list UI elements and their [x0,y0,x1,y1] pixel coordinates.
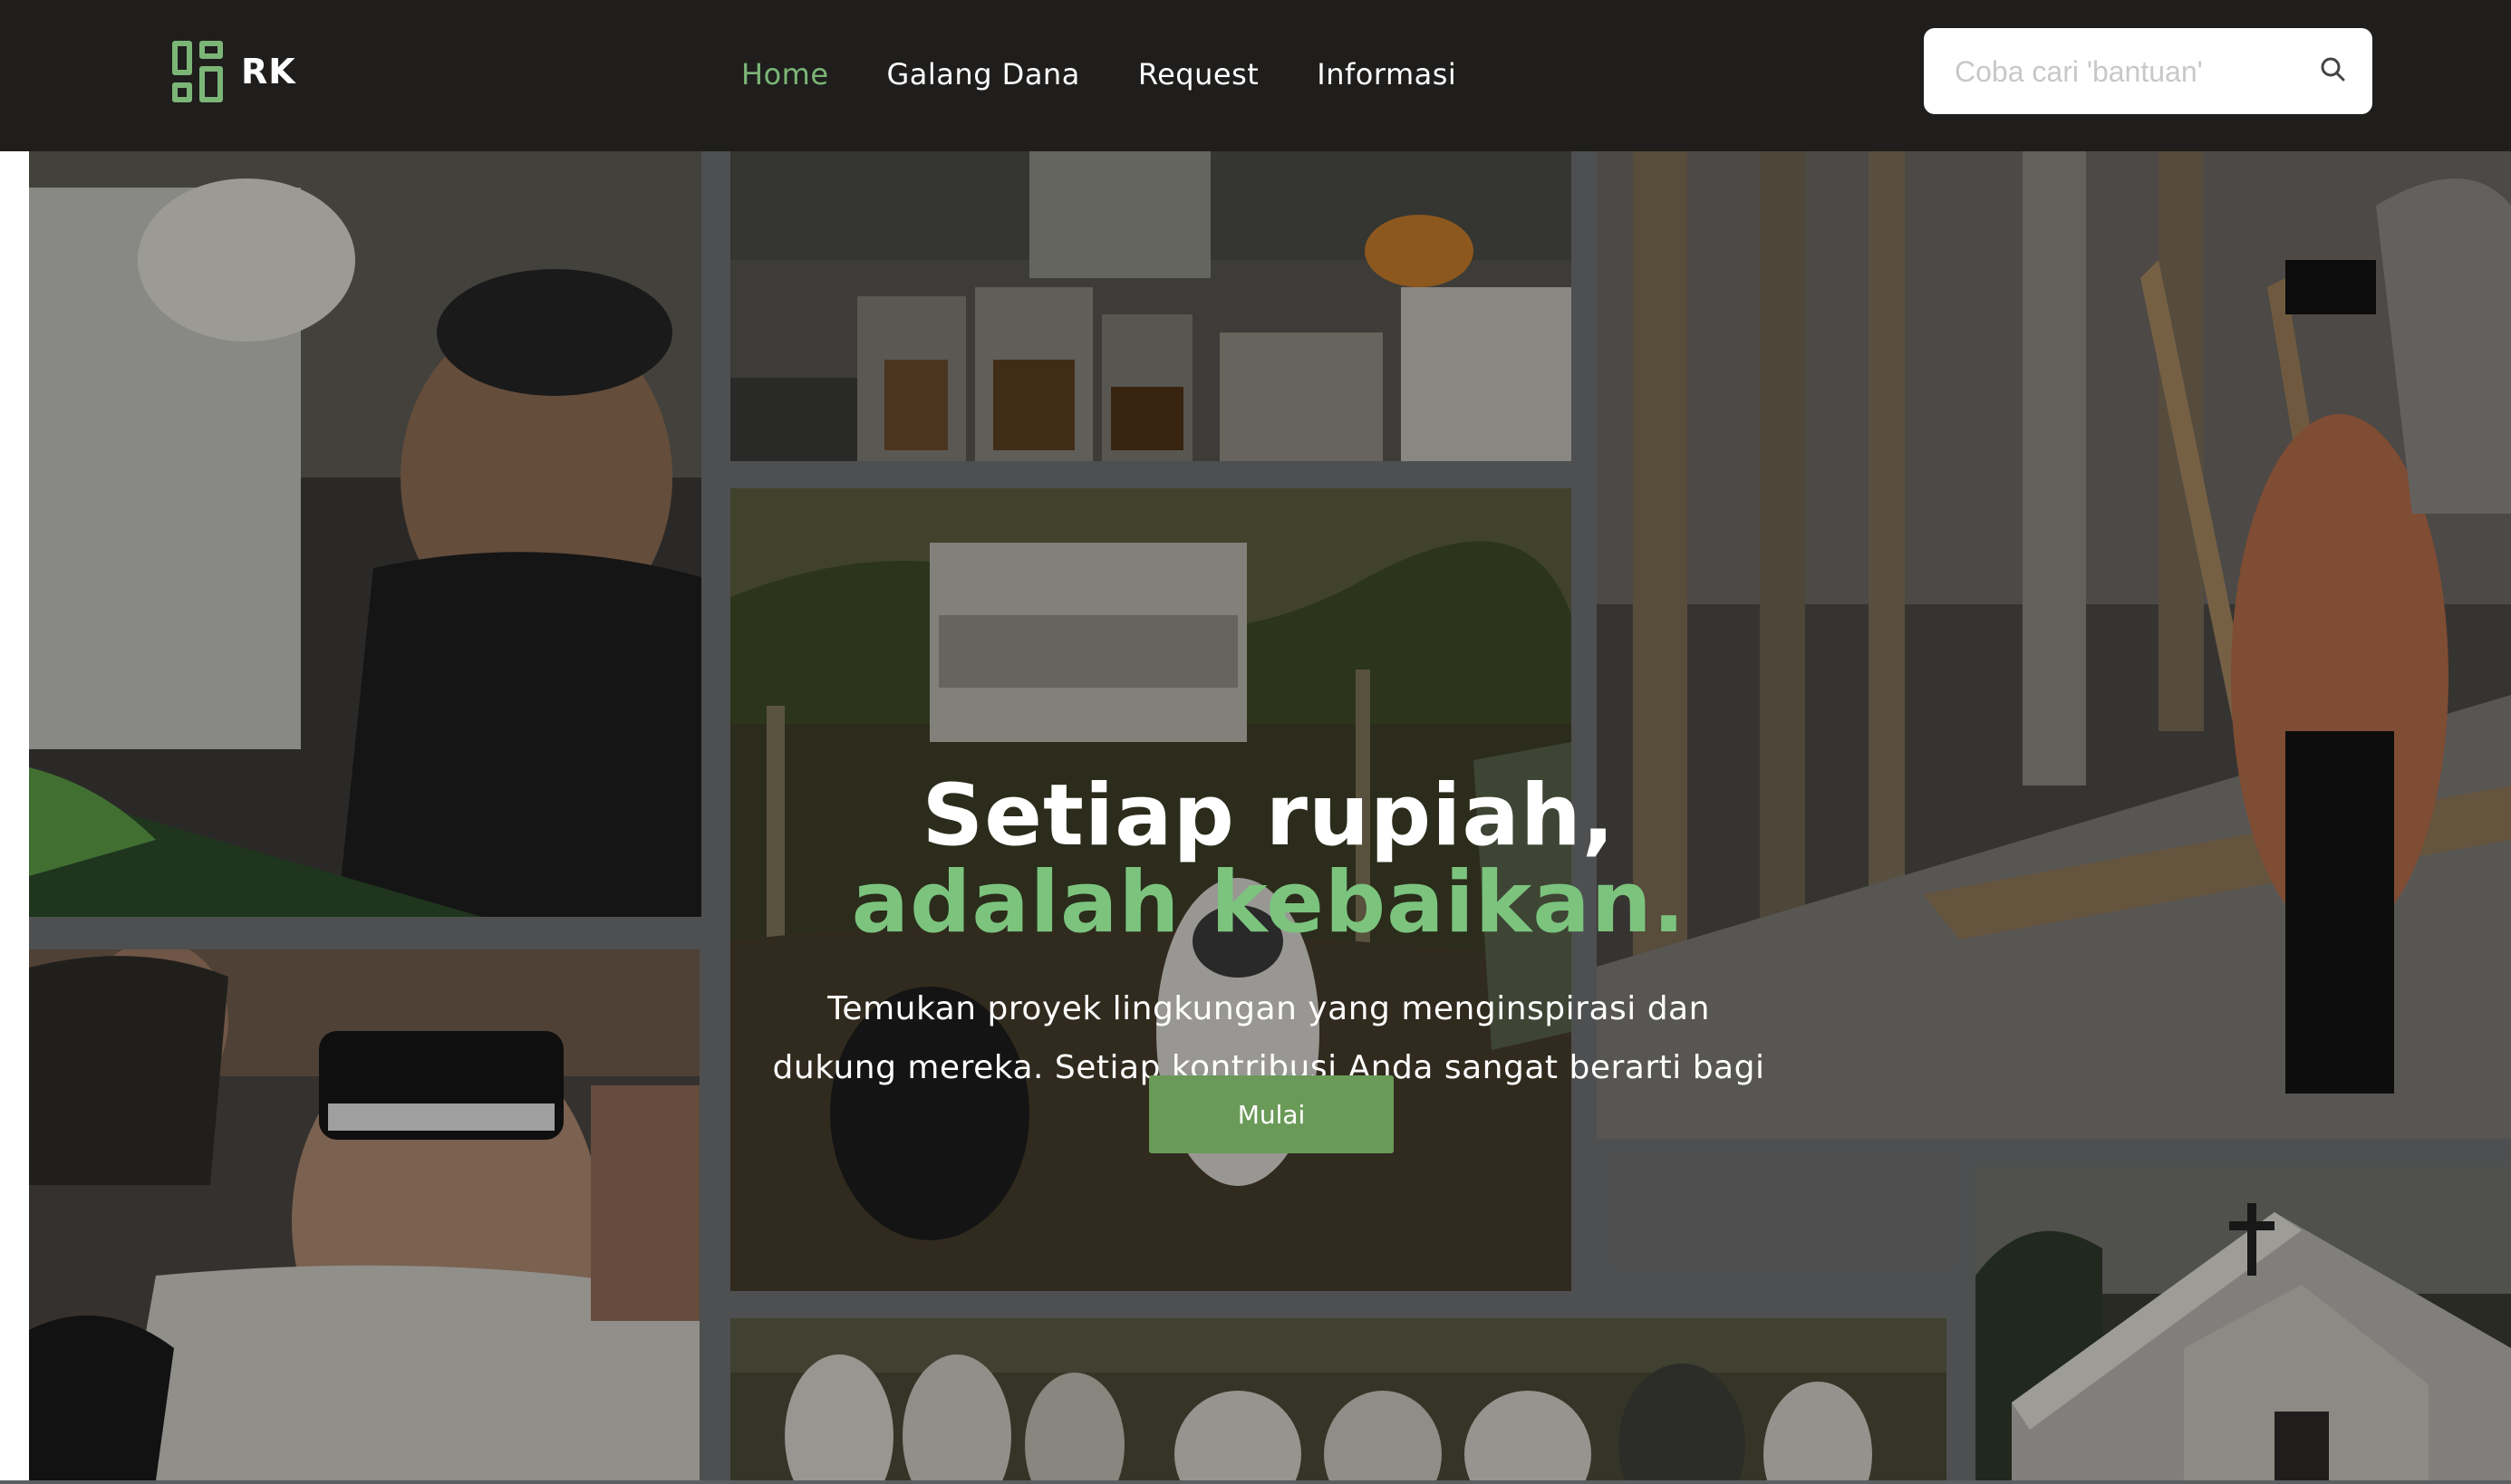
photo-elderly-men [29,949,700,1480]
logo-icon [172,41,223,102]
photo-health-checkup [29,151,701,917]
hero-section: Setiap rupiah, adalah kebaikan. Temukan … [0,151,2511,1484]
nav-item-galang-dana[interactable]: Galang Dana [887,57,1080,92]
nav-item-home[interactable]: Home [741,57,829,92]
hero-headline-line1: Setiap rupiah, [922,766,1616,865]
photo-volunteers [730,1318,1946,1480]
hero-headline-line2: adalah kebaikan. [851,853,1686,952]
nav-item-request[interactable]: Request [1138,57,1259,92]
start-button[interactable]: Mulai [1149,1075,1394,1153]
search-input[interactable] [1955,48,2308,95]
brand-logo[interactable]: RK [172,40,296,103]
search-box [1924,28,2372,114]
navbar: RK Home Galang Dana Request Informasi [0,0,2511,151]
brand-name: RK [241,52,296,92]
photo-lab-jars [730,151,1571,461]
page-bottom-border [0,1480,2511,1484]
main-nav: Home Galang Dana Request Informasi [741,47,1514,101]
search-icon[interactable] [2315,52,2352,88]
nav-item-informasi[interactable]: Informasi [1317,57,1456,92]
photo-church [1975,1167,2511,1480]
